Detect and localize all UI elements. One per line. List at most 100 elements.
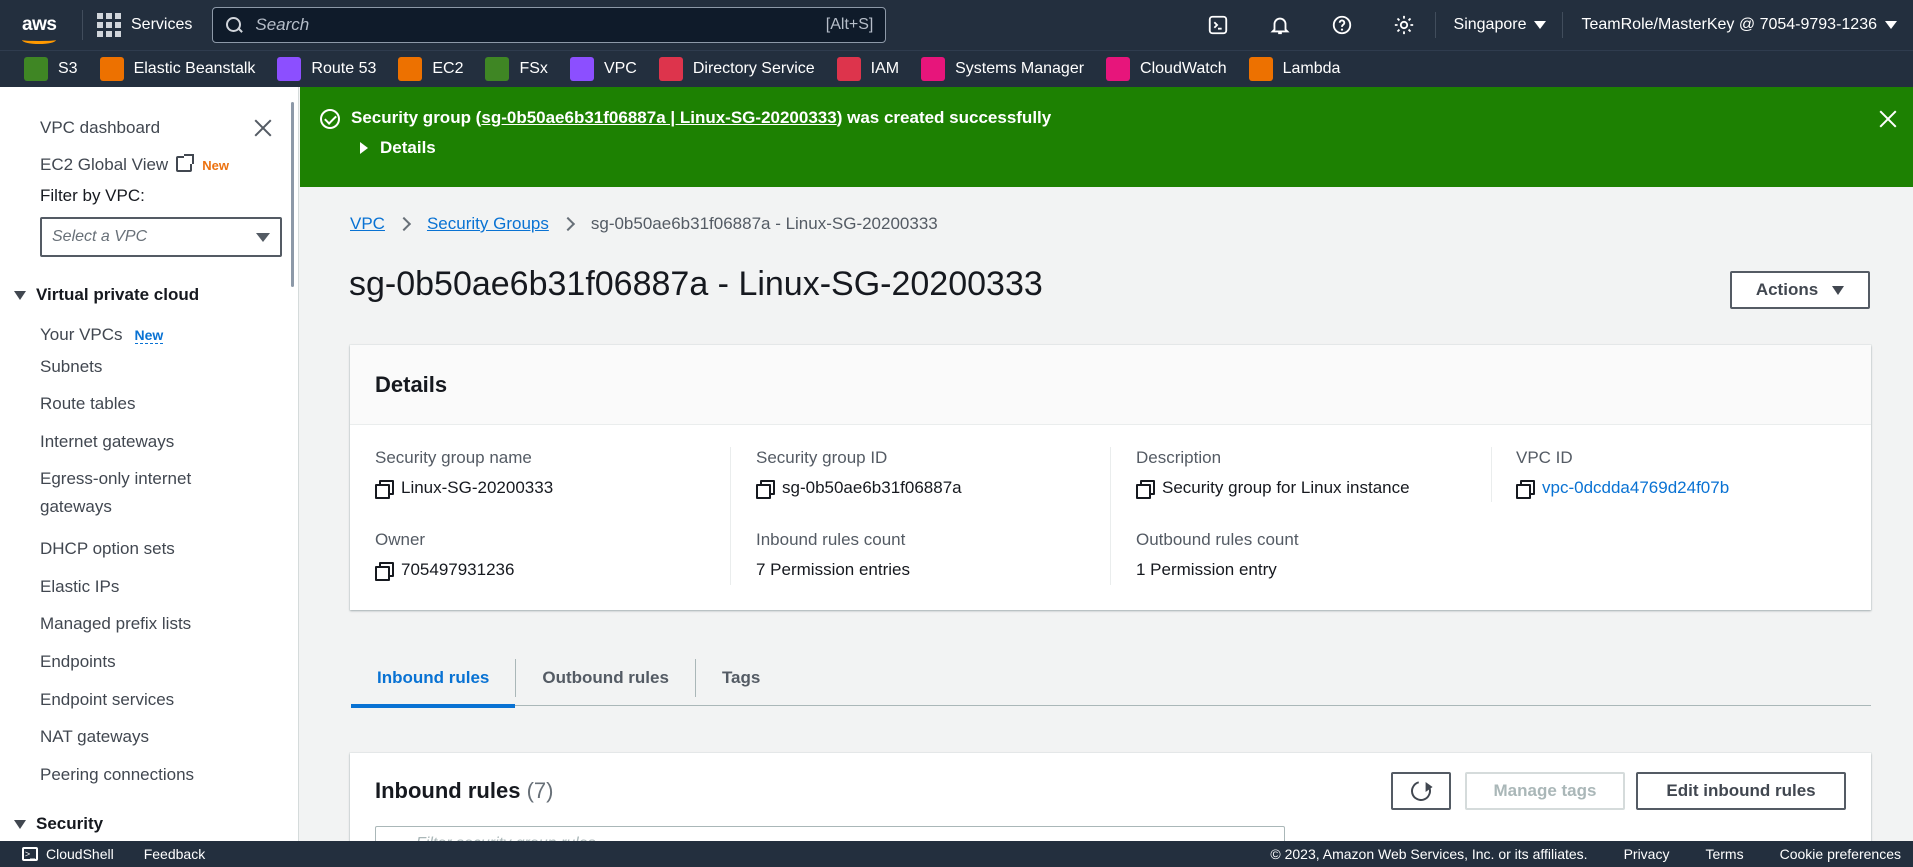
field-value: sg-0b50ae6b31f06887a [782, 478, 962, 497]
breadcrumb-current: sg-0b50ae6b31f06887a - Linux-SG-20200333 [590, 214, 938, 233]
account-menu[interactable]: TeamRole/MasterKey @ 7054-9793-1236 [1563, 16, 1913, 34]
field-label: Security group name [375, 448, 532, 467]
close-icon[interactable] [252, 117, 274, 139]
field-security-group-id: Security group ID sg-0b50ae6b31f06887a [756, 448, 962, 499]
footer-terms-link[interactable]: Terms [1705, 846, 1743, 862]
new-badge[interactable]: New [134, 327, 164, 344]
field-label: Security group ID [756, 448, 888, 467]
sidebar-item-egress-only-internet-gateways[interactable]: Egress-only internet gateways [40, 465, 230, 521]
favorite-lambda[interactable]: Lambda [1248, 57, 1340, 81]
close-icon[interactable] [1878, 109, 1898, 129]
s3-icon [24, 57, 48, 81]
sidebar-item-ec2-global-view[interactable]: EC2 Global View New [40, 151, 229, 180]
iam-icon [836, 57, 861, 81]
actions-button[interactable]: Actions [1730, 271, 1870, 309]
favorite-systems-manager[interactable]: Systems Manager [921, 57, 1084, 81]
tab-inbound-rules[interactable]: Inbound rules [351, 650, 516, 708]
sidebar-item-endpoints[interactable]: Endpoints [40, 648, 116, 676]
sidebar-item-vpc-dashboard[interactable]: VPC dashboard [40, 114, 160, 142]
favorite-label: Elastic Beanstalk [133, 60, 256, 77]
sidebar-item-label: Your VPCs [40, 325, 123, 344]
footer-label: Feedback [143, 846, 206, 862]
vpc-id-link[interactable]: vpc-0dcdda4769d24f07b [1542, 478, 1729, 498]
copy-icon[interactable] [375, 480, 394, 499]
sidebar-scrollbar[interactable] [291, 102, 294, 287]
sidebar-item-managed-prefix-lists[interactable]: Managed prefix lists [40, 610, 191, 638]
help-icon[interactable] [1311, 0, 1373, 50]
favorite-cloudwatch[interactable]: CloudWatch [1106, 57, 1227, 81]
settings-gear-icon[interactable] [1373, 0, 1435, 50]
sidebar-item-subnets[interactable]: Subnets [40, 353, 102, 381]
sidebar-item-internet-gateways[interactable]: Internet gateways [40, 428, 174, 456]
cloudshell-icon[interactable] [1187, 0, 1249, 50]
search-bar[interactable]: [Alt+S] [212, 7, 887, 43]
elastic-beanstalk-icon [99, 57, 124, 81]
copy-icon[interactable] [1136, 480, 1155, 499]
footer-cookie-preferences-link[interactable]: Cookie preferences [1780, 846, 1901, 862]
edit-inbound-rules-button[interactable]: Edit inbound rules [1636, 772, 1846, 810]
flash-details-toggle[interactable]: Details [360, 138, 436, 158]
favorite-iam[interactable]: IAM [836, 57, 899, 81]
search-input[interactable] [255, 15, 826, 35]
vpc-icon [569, 57, 594, 81]
tab-tags[interactable]: Tags [696, 650, 786, 706]
caret-down-icon [14, 290, 26, 300]
footer-privacy-link[interactable]: Privacy [1624, 846, 1670, 862]
region-selector[interactable]: Singapore [1436, 16, 1563, 34]
copy-icon[interactable] [1516, 480, 1535, 499]
inbound-rules-heading: Inbound rules (7) [375, 778, 553, 804]
sidebar-item-nat-gateways[interactable]: NAT gateways [40, 723, 149, 751]
favorite-vpc[interactable]: VPC [569, 57, 637, 81]
new-badge: New [202, 158, 229, 173]
sidebar-item-your-vpcs[interactable]: Your VPCs New [40, 321, 164, 349]
caret-right-icon [360, 142, 368, 154]
footer-cloudshell[interactable]: >_ CloudShell [22, 846, 114, 862]
sidebar-item-endpoint-services[interactable]: Endpoint services [40, 686, 174, 714]
section-virtual-private-cloud[interactable]: Virtual private cloud [14, 285, 199, 305]
favorite-elastic-beanstalk[interactable]: Elastic Beanstalk [99, 57, 256, 81]
flash-security-group-link[interactable]: sg-0b50ae6b31f06887a | Linux-SG-20200333 [481, 108, 836, 127]
breadcrumb: VPC Security Groups sg-0b50ae6b31f06887a… [350, 214, 938, 234]
favorite-directory-service[interactable]: Directory Service [658, 57, 815, 81]
refresh-button[interactable] [1391, 772, 1451, 810]
favorite-s3[interactable]: S3 [24, 57, 78, 81]
tab-label: Tags [721, 668, 761, 687]
notifications-bell-icon[interactable] [1249, 0, 1311, 50]
footer: >_ CloudShell Feedback © 2023, Amazon Web… [0, 841, 1913, 867]
favorite-ec2[interactable]: EC2 [398, 57, 463, 81]
field-owner: Owner 705497931236 [375, 530, 514, 581]
footer-copyright: © 2023, Amazon Web Services, Inc. or its… [1270, 846, 1588, 862]
rules-count: (7) [526, 778, 554, 803]
aws-logo[interactable]: aws [0, 14, 66, 44]
favorite-label: Systems Manager [955, 60, 1085, 77]
side-navigation: VPC dashboard EC2 Global View New Filter … [0, 87, 299, 841]
caret-down-icon [14, 819, 26, 829]
sidebar-item-route-tables[interactable]: Route tables [40, 390, 135, 418]
breadcrumb-security-groups-link[interactable]: Security Groups [427, 214, 549, 234]
caret-down-icon [1832, 285, 1845, 295]
footer-label: CloudShell [46, 846, 114, 862]
sidebar-item-peering-connections[interactable]: Peering connections [40, 761, 194, 789]
aws-logo-text: aws [22, 14, 57, 35]
sidebar-item-dhcp-option-sets[interactable]: DHCP option sets [40, 535, 175, 563]
manage-tags-button[interactable]: Manage tags [1465, 772, 1625, 810]
details-panel: Details Security group name Linux-SG-202… [350, 345, 1871, 610]
grid-icon [97, 13, 121, 37]
breadcrumb-vpc-link[interactable]: VPC [350, 214, 385, 234]
sidebar-item-elastic-ips[interactable]: Elastic IPs [40, 573, 119, 601]
favorite-fsx[interactable]: FSx [485, 57, 548, 81]
field-label: Inbound rules count [756, 530, 906, 549]
field-value: 1 Permission entry [1136, 560, 1277, 579]
vpc-filter-select[interactable]: Select a VPC [40, 217, 282, 257]
systems-manager-icon [921, 57, 946, 81]
directory-service-icon [658, 57, 683, 81]
footer-feedback[interactable]: Feedback [144, 846, 205, 862]
copy-icon[interactable] [375, 562, 394, 581]
tab-outbound-rules[interactable]: Outbound rules [516, 650, 695, 706]
services-menu-button[interactable]: Services [97, 13, 192, 37]
favorite-route53[interactable]: Route 53 [277, 57, 376, 81]
top-navigation: aws Services [Alt+S] Singapore TeamRole/… [0, 0, 1913, 50]
ec2-icon [398, 57, 423, 81]
copy-icon[interactable] [756, 480, 775, 499]
section-security[interactable]: Security [14, 814, 103, 834]
